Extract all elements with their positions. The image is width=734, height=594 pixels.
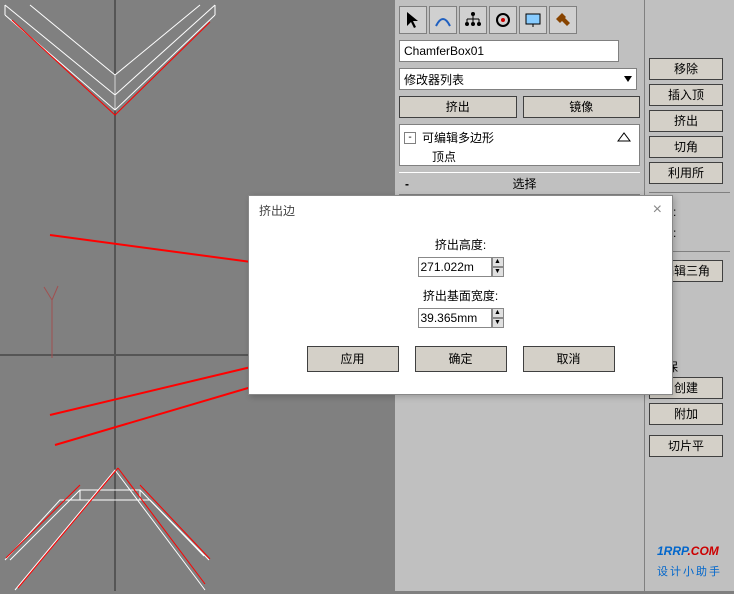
arc-icon[interactable] — [429, 6, 457, 34]
attach-button[interactable]: 附加 — [649, 403, 723, 425]
object-name-field[interactable] — [399, 40, 619, 62]
motion-icon[interactable] — [489, 6, 517, 34]
height-label: 挤出高度: — [435, 236, 486, 253]
triangle-icon — [617, 132, 631, 142]
tree-collapse-icon[interactable]: - — [404, 132, 416, 144]
selection-title: 选择 — [415, 175, 634, 192]
modifier-stack[interactable]: - 可编辑多边形 顶点 — [399, 124, 640, 166]
extrude-edges-dialog: 挤出边 × 挤出高度: ▲ ▼ 挤出基面宽度: ▲ ▼ 应用 确定 取消 — [248, 195, 673, 395]
stack-sub-label[interactable]: 顶点 — [404, 146, 635, 165]
spinner-down-icon[interactable]: ▼ — [492, 267, 504, 277]
modifier-list-dropdown[interactable]: 修改器列表 — [399, 68, 637, 90]
chevron-down-icon — [624, 76, 632, 82]
use-button[interactable]: 利用所 — [649, 162, 723, 184]
remove-button[interactable]: 移除 — [649, 58, 723, 80]
display-icon[interactable] — [519, 6, 547, 34]
minus-icon: - — [405, 177, 409, 191]
hierarchy-icon[interactable] — [459, 6, 487, 34]
slice-plane-button[interactable]: 切片平 — [649, 435, 723, 457]
watermark-brand2: .COM — [687, 544, 718, 558]
insert-vertex-button[interactable]: 插入顶 — [649, 84, 723, 106]
watermark-brand1: 1RRP — [657, 544, 687, 558]
chamfer-button[interactable]: 切角 — [649, 136, 723, 158]
dialog-title-label: 挤出边 — [259, 202, 295, 219]
side-extrude-button[interactable]: 挤出 — [649, 110, 723, 132]
watermark: 1RRP.COM 设计小助手 — [657, 526, 722, 579]
spinner-up-icon[interactable]: ▲ — [492, 308, 504, 318]
selection-rollout-header[interactable]: - 选择 — [399, 172, 640, 195]
height-spinner[interactable]: ▲ ▼ — [418, 257, 504, 277]
apply-button[interactable]: 应用 — [307, 346, 399, 372]
stack-root-label: 可编辑多边形 — [422, 129, 494, 146]
panel-tabs — [399, 4, 640, 40]
mirror-button[interactable]: 镜像 — [523, 96, 641, 118]
spinner-down-icon[interactable]: ▼ — [492, 318, 504, 328]
modifier-list-label: 修改器列表 — [404, 71, 464, 88]
hammer-icon[interactable] — [549, 6, 577, 34]
width-spinner[interactable]: ▲ ▼ — [418, 308, 504, 328]
watermark-sub: 设计小助手 — [657, 563, 722, 579]
close-icon[interactable]: × — [653, 201, 662, 219]
arrow-cursor-icon[interactable] — [399, 6, 427, 34]
width-label: 挤出基面宽度: — [423, 287, 498, 304]
height-input[interactable] — [418, 257, 492, 277]
cancel-button[interactable]: 取消 — [523, 346, 615, 372]
ok-button[interactable]: 确定 — [415, 346, 507, 372]
extrude-button[interactable]: 挤出 — [399, 96, 517, 118]
width-input[interactable] — [418, 308, 492, 328]
spinner-up-icon[interactable]: ▲ — [492, 257, 504, 267]
